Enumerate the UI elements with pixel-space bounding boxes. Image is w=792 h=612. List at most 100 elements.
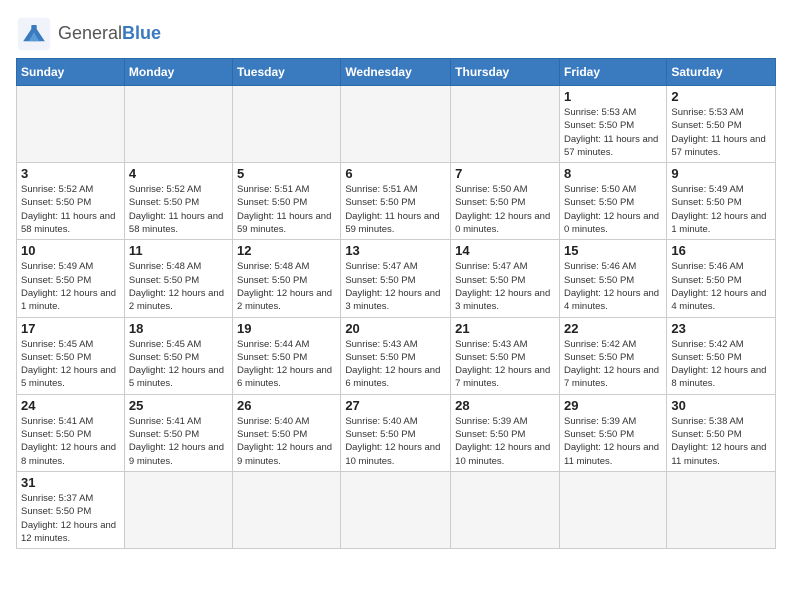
- weekday-header-friday: Friday: [559, 59, 666, 86]
- day-info: Sunrise: 5:48 AM Sunset: 5:50 PM Dayligh…: [237, 260, 336, 313]
- weekday-header-sunday: Sunday: [17, 59, 125, 86]
- day-info: Sunrise: 5:52 AM Sunset: 5:50 PM Dayligh…: [129, 183, 228, 236]
- day-info: Sunrise: 5:44 AM Sunset: 5:50 PM Dayligh…: [237, 338, 336, 391]
- calendar-cell: 24 Sunrise: 5:41 AM Sunset: 5:50 PM Dayli…: [17, 394, 125, 471]
- logo-text: GeneralBlue: [58, 24, 161, 44]
- day-info: Sunrise: 5:49 AM Sunset: 5:50 PM Dayligh…: [671, 183, 771, 236]
- calendar-week-row: 31 Sunrise: 5:37 AM Sunset: 5:50 PM Dayli…: [17, 471, 776, 548]
- day-number: 11: [129, 243, 228, 258]
- calendar-cell: 12 Sunrise: 5:48 AM Sunset: 5:50 PM Dayli…: [233, 240, 341, 317]
- calendar-table: SundayMondayTuesdayWednesdayThursdayFrid…: [16, 58, 776, 549]
- weekday-header-saturday: Saturday: [667, 59, 776, 86]
- calendar-cell: 4Sunrise: 5:52 AM Sunset: 5:50 PM Daylig…: [124, 163, 232, 240]
- generalblue-logo-icon: [16, 16, 52, 52]
- calendar-cell: 26Sunrise: 5:40 AM Sunset: 5:50 PM Dayli…: [233, 394, 341, 471]
- day-number: 12: [237, 243, 336, 258]
- calendar-cell: 28 Sunrise: 5:39 AM Sunset: 5:50 PM Dayli…: [451, 394, 560, 471]
- day-number: 10: [21, 243, 120, 258]
- day-info: Sunrise: 5:40 AM Sunset: 5:50 PM Dayligh…: [345, 415, 446, 468]
- day-number: 1: [564, 89, 662, 104]
- day-number: 9: [671, 166, 771, 181]
- day-number: 20: [345, 321, 446, 336]
- day-info: Sunrise: 5:51 AM Sunset: 5:50 PM Dayligh…: [237, 183, 336, 236]
- calendar-cell: 1 Sunrise: 5:53 AM Sunset: 5:50 PM Daylig…: [559, 86, 666, 163]
- calendar-cell: 8 Sunrise: 5:50 AM Sunset: 5:50 PM Daylig…: [559, 163, 666, 240]
- calendar-cell: 5Sunrise: 5:51 AM Sunset: 5:50 PM Daylig…: [233, 163, 341, 240]
- calendar-cell: 23 Sunrise: 5:42 AM Sunset: 5:50 PM Dayli…: [667, 317, 776, 394]
- day-info: Sunrise: 5:37 AM Sunset: 5:50 PM Dayligh…: [21, 492, 120, 545]
- day-info: Sunrise: 5:47 AM Sunset: 5:50 PM Dayligh…: [455, 260, 555, 313]
- day-number: 29: [564, 398, 662, 413]
- day-info: Sunrise: 5:41 AM Sunset: 5:50 PM Dayligh…: [21, 415, 120, 468]
- calendar-cell: [124, 471, 232, 548]
- header: GeneralBlue: [16, 16, 776, 52]
- day-info: Sunrise: 5:51 AM Sunset: 5:50 PM Dayligh…: [345, 183, 446, 236]
- day-number: 31: [21, 475, 120, 490]
- day-number: 18: [129, 321, 228, 336]
- day-number: 7: [455, 166, 555, 181]
- day-info: Sunrise: 5:46 AM Sunset: 5:50 PM Dayligh…: [671, 260, 771, 313]
- calendar-cell: 17Sunrise: 5:45 AM Sunset: 5:50 PM Dayli…: [17, 317, 125, 394]
- calendar-cell: 16Sunrise: 5:46 AM Sunset: 5:50 PM Dayli…: [667, 240, 776, 317]
- calendar-cell: [233, 471, 341, 548]
- calendar-cell: [559, 471, 666, 548]
- day-number: 8: [564, 166, 662, 181]
- day-info: Sunrise: 5:40 AM Sunset: 5:50 PM Dayligh…: [237, 415, 336, 468]
- day-info: Sunrise: 5:49 AM Sunset: 5:50 PM Dayligh…: [21, 260, 120, 313]
- calendar-cell: 9 Sunrise: 5:49 AM Sunset: 5:50 PM Daylig…: [667, 163, 776, 240]
- day-info: Sunrise: 5:48 AM Sunset: 5:50 PM Dayligh…: [129, 260, 228, 313]
- calendar-cell: 15Sunrise: 5:46 AM Sunset: 5:50 PM Dayli…: [559, 240, 666, 317]
- calendar-cell: 22 Sunrise: 5:42 AM Sunset: 5:50 PM Dayli…: [559, 317, 666, 394]
- calendar-cell: 25Sunrise: 5:41 AM Sunset: 5:50 PM Dayli…: [124, 394, 232, 471]
- logo: GeneralBlue: [16, 16, 161, 52]
- day-number: 22: [564, 321, 662, 336]
- day-info: Sunrise: 5:43 AM Sunset: 5:50 PM Dayligh…: [345, 338, 446, 391]
- day-info: Sunrise: 5:53 AM Sunset: 5:50 PM Dayligh…: [671, 106, 771, 159]
- day-info: Sunrise: 5:42 AM Sunset: 5:50 PM Dayligh…: [671, 338, 771, 391]
- day-info: Sunrise: 5:45 AM Sunset: 5:50 PM Dayligh…: [129, 338, 228, 391]
- calendar-cell: 2Sunrise: 5:53 AM Sunset: 5:50 PM Daylig…: [667, 86, 776, 163]
- calendar-cell: 19Sunrise: 5:44 AM Sunset: 5:50 PM Dayli…: [233, 317, 341, 394]
- calendar-cell: [451, 471, 560, 548]
- day-number: 24: [21, 398, 120, 413]
- day-number: 25: [129, 398, 228, 413]
- day-info: Sunrise: 5:53 AM Sunset: 5:50 PM Dayligh…: [564, 106, 662, 159]
- day-number: 21: [455, 321, 555, 336]
- day-info: Sunrise: 5:42 AM Sunset: 5:50 PM Dayligh…: [564, 338, 662, 391]
- calendar-cell: [341, 86, 451, 163]
- calendar-cell: [667, 471, 776, 548]
- calendar-cell: 3 Sunrise: 5:52 AM Sunset: 5:50 PM Daylig…: [17, 163, 125, 240]
- calendar-cell: 13Sunrise: 5:47 AM Sunset: 5:50 PM Dayli…: [341, 240, 451, 317]
- calendar-cell: [124, 86, 232, 163]
- calendar-cell: [17, 86, 125, 163]
- day-number: 27: [345, 398, 446, 413]
- day-info: Sunrise: 5:43 AM Sunset: 5:50 PM Dayligh…: [455, 338, 555, 391]
- day-info: Sunrise: 5:39 AM Sunset: 5:50 PM Dayligh…: [564, 415, 662, 468]
- day-number: 23: [671, 321, 771, 336]
- day-info: Sunrise: 5:39 AM Sunset: 5:50 PM Dayligh…: [455, 415, 555, 468]
- calendar-cell: 29 Sunrise: 5:39 AM Sunset: 5:50 PM Dayli…: [559, 394, 666, 471]
- calendar-cell: 14Sunrise: 5:47 AM Sunset: 5:50 PM Dayli…: [451, 240, 560, 317]
- day-info: Sunrise: 5:50 AM Sunset: 5:50 PM Dayligh…: [455, 183, 555, 236]
- calendar-cell: 30Sunrise: 5:38 AM Sunset: 5:50 PM Dayli…: [667, 394, 776, 471]
- calendar-week-row: 10 Sunrise: 5:49 AM Sunset: 5:50 PM Dayli…: [17, 240, 776, 317]
- calendar-cell: 27 Sunrise: 5:40 AM Sunset: 5:50 PM Dayli…: [341, 394, 451, 471]
- calendar-cell: [451, 86, 560, 163]
- calendar-cell: 21 Sunrise: 5:43 AM Sunset: 5:50 PM Dayli…: [451, 317, 560, 394]
- day-number: 13: [345, 243, 446, 258]
- day-info: Sunrise: 5:52 AM Sunset: 5:50 PM Dayligh…: [21, 183, 120, 236]
- calendar-cell: 18 Sunrise: 5:45 AM Sunset: 5:50 PM Dayli…: [124, 317, 232, 394]
- calendar-week-row: 3 Sunrise: 5:52 AM Sunset: 5:50 PM Daylig…: [17, 163, 776, 240]
- day-info: Sunrise: 5:50 AM Sunset: 5:50 PM Dayligh…: [564, 183, 662, 236]
- calendar-cell: 10 Sunrise: 5:49 AM Sunset: 5:50 PM Dayli…: [17, 240, 125, 317]
- calendar-header: SundayMondayTuesdayWednesdayThursdayFrid…: [17, 59, 776, 86]
- calendar-week-row: 1 Sunrise: 5:53 AM Sunset: 5:50 PM Daylig…: [17, 86, 776, 163]
- calendar-cell: 6Sunrise: 5:51 AM Sunset: 5:50 PM Daylig…: [341, 163, 451, 240]
- calendar-cell: 11 Sunrise: 5:48 AM Sunset: 5:50 PM Dayli…: [124, 240, 232, 317]
- day-number: 28: [455, 398, 555, 413]
- weekday-header-monday: Monday: [124, 59, 232, 86]
- day-number: 3: [21, 166, 120, 181]
- calendar-week-row: 17Sunrise: 5:45 AM Sunset: 5:50 PM Dayli…: [17, 317, 776, 394]
- day-number: 30: [671, 398, 771, 413]
- day-info: Sunrise: 5:45 AM Sunset: 5:50 PM Dayligh…: [21, 338, 120, 391]
